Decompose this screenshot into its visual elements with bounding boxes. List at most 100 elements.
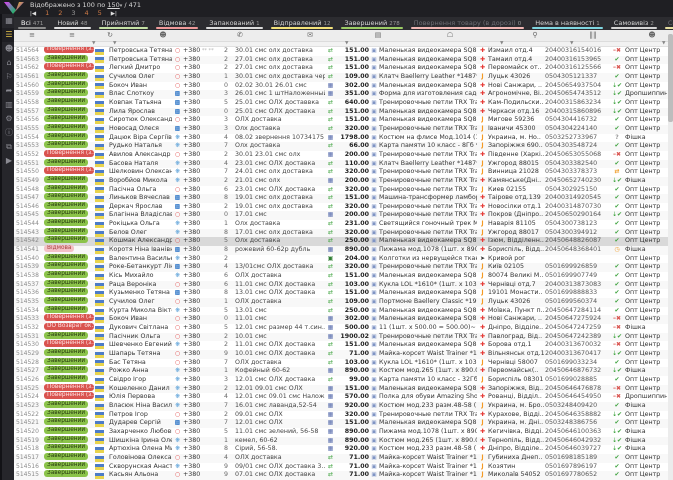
tab-4[interactable]: Відмова 42 xyxy=(152,17,202,30)
tab-11[interactable]: Сервісні0 xyxy=(661,17,673,30)
tracking-number[interactable]: 0504302925150 xyxy=(545,186,609,195)
table-row[interactable]: 514536 Завершений Кузьменко Тетяна ▩ +380 8 13… xyxy=(14,288,673,299)
tracking-number[interactable]: 0503252733967 xyxy=(545,134,609,143)
tracking-number[interactable]: 20450647275924 xyxy=(545,315,609,324)
table-row[interactable]: 514551 Завершений Басова Наталя ❋ +380 4 23.01… xyxy=(14,158,673,169)
tracking-number[interactable]: 0501699028885 xyxy=(545,376,609,385)
tracking-number[interactable]: 20400316153965 xyxy=(545,56,609,65)
table-row[interactable]: 514555 Завершений Новосад Олеся ▩ +380 3 Олх д… xyxy=(14,123,673,134)
table-row[interactable]: 514548 Завершений Пасічна Ольга ○ +380 6 23.01… xyxy=(14,184,673,195)
table-row[interactable]: 514518 Завершений Артюхіна Олена Ми.. ❋ +380… xyxy=(14,444,673,454)
table-row[interactable]: 514535 Завершений Сучилов Олег ○ +380 1 ОЛХ до… xyxy=(14,297,673,307)
column-filter-caret-icon[interactable]: ▼ xyxy=(113,41,116,46)
tracking-number[interactable]: 0501697896197 xyxy=(545,463,609,472)
tracking-number[interactable]: 0504304224140 xyxy=(545,125,609,134)
page-button-1[interactable]: 1 xyxy=(45,9,49,17)
products-column-icon[interactable]: ☖ xyxy=(444,31,456,39)
tab-5[interactable]: Запакований 1 xyxy=(202,17,266,30)
tracking-number[interactable]: 0501698185189 xyxy=(545,454,609,463)
tracking-number[interactable]: 20450650290164 xyxy=(545,211,609,220)
tracking-number[interactable]: 0501699560374 xyxy=(545,298,609,307)
tracking-number[interactable]: 20400313873083 xyxy=(545,281,609,290)
table-row[interactable]: 514532 DO Возврат ок.. Дукович Світлана ○ +3… xyxy=(14,323,673,333)
table-row[interactable]: 514530 Повернення (з.. Шевченко Евгений ❋ +3… xyxy=(14,340,673,350)
tracking-number[interactable]: 20400314870730 xyxy=(545,203,609,212)
column-filter-caret-icon[interactable]: ▼ xyxy=(662,41,665,46)
table-row[interactable]: 514527 Завершений Рожко Анна ❋ +380 1 Кофейный… xyxy=(14,366,673,376)
tracking-number[interactable]: 20400316125566 xyxy=(545,64,609,73)
phone-column-icon[interactable]: ✆ xyxy=(234,31,246,39)
tab-9[interactable]: Нема в наявності 1 xyxy=(528,17,607,30)
table-row[interactable]: 514519 Завершений Шишкіна Ірина Олек..❋+38… xyxy=(14,435,673,446)
table-row[interactable]: 514543 Завершений Белов Олег ❋ +380 8 17.01 см… xyxy=(14,227,673,238)
page-button-5[interactable]: 5 xyxy=(98,9,102,17)
tracking-number[interactable]: 20450648368401 xyxy=(545,246,609,255)
tracking-number[interactable]: 0503248386756 xyxy=(545,419,609,428)
table-row[interactable]: 514517 Завершений Головінова Олексан..○+38… xyxy=(14,452,673,463)
tab-8[interactable]: Повернення товару (в дорозі) 0 xyxy=(407,17,528,30)
tracking-number[interactable]: 20450654743512 xyxy=(545,90,609,99)
table-row[interactable]: 514544 Завершений Рокіцька Ольга ❋ +380 1 Олх … xyxy=(14,219,673,229)
table-row[interactable]: 514546 Завершений Деркач Ярослав ▩ +380 2 19.0… xyxy=(14,201,673,212)
tracking-number[interactable]: 20400314920545 xyxy=(545,194,609,203)
tracking-number[interactable]: 20450646042932 xyxy=(545,437,609,446)
tab-10[interactable]: Самовивіз 2 xyxy=(607,17,661,30)
tracking-number[interactable]: 0504300738123 xyxy=(545,220,609,229)
table-row[interactable]: 514533 Повернення (з.. Бокоч Иван ○ +380 0 11.… xyxy=(14,314,673,324)
page-button-4[interactable]: 4 xyxy=(85,9,89,17)
tracking-number[interactable]: 20400315863234 xyxy=(545,99,609,108)
tracking-number[interactable]: 20400313670417 xyxy=(545,350,609,359)
tracking-number[interactable]: 0501697780652 xyxy=(545,471,609,480)
tracking-number[interactable]: 20450653055068 xyxy=(545,151,609,160)
tracking-number[interactable]: 20450647247259 xyxy=(545,324,609,333)
tracking-number[interactable]: 20450652740230 xyxy=(545,177,609,186)
table-row[interactable]: 514550 Повернення (з.. Шелковин Олексан.. ❋… xyxy=(14,167,673,177)
table-row[interactable]: 514541 Відмова Коротя Ніна Іванівна ▩ +380 8 р… xyxy=(14,245,673,255)
table-row[interactable]: 514516 Завершений Скворунская Анаст.. ❋ +380… xyxy=(14,461,673,472)
client-column-icon[interactable]: ☻ xyxy=(157,31,169,39)
tracking-number[interactable]: 0501699926859 xyxy=(545,263,609,272)
table-row[interactable]: 514522 Завершений Петров Ігор ○ +380 2 09.01 с… xyxy=(14,409,673,420)
tracking-number[interactable]: 0501699033234 xyxy=(545,359,609,368)
tracking-number[interactable]: 0501699888833 xyxy=(545,289,609,298)
table-row[interactable]: 514554 Завершений Дацюк Віра Сергіївна❋+38… xyxy=(14,132,673,143)
app-logo-icon[interactable] xyxy=(3,0,25,14)
tracking-number[interactable]: 0503248409420 xyxy=(545,402,609,411)
table-row[interactable]: 514515 Завершений Касьян Альона ○ +380 9 07.01… xyxy=(14,470,673,480)
tracking-column-icon[interactable]: ‖‖ xyxy=(587,31,599,39)
per-page-dropdown[interactable]: 150 xyxy=(107,1,119,9)
table-row[interactable]: 514549 Завершений Воробйов Микола ❋ +380 2 21.… xyxy=(14,175,673,186)
vertical-scrollbar[interactable] xyxy=(668,30,673,480)
tracking-number[interactable]: 0504303548724 xyxy=(545,142,609,151)
table-row[interactable]: 514552 Повернення (з.. Авилов Александр ○ +3… xyxy=(14,149,673,160)
column-filter-caret-icon[interactable]: ▼ xyxy=(345,41,348,46)
tracking-number[interactable]: 20450646100363 xyxy=(545,428,609,437)
tracking-number[interactable]: 20450648826087 xyxy=(545,237,609,246)
tracking-number[interactable]: 20450646454950 xyxy=(545,393,609,402)
tab-3[interactable]: Прийнятий 7 xyxy=(95,17,152,30)
tracking-number[interactable]: 0504303378373 xyxy=(545,168,609,177)
table-row[interactable]: 514542 Завершений Кошмак Александр ○ +380 5 Ол… xyxy=(14,236,673,247)
tracking-number[interactable]: 0501699907749 xyxy=(545,272,609,281)
table-row[interactable]: 514525 Повернення (з.. Кошеленко Данил ❋ +38… xyxy=(14,383,673,394)
column-filter-caret-icon[interactable]: ▼ xyxy=(92,41,95,46)
tracking-number[interactable]: 20450646476878 xyxy=(545,385,609,394)
table-row[interactable]: 514528 Завершений Бас Тетяна ○ +380 7 ОЛХ дост… xyxy=(14,357,673,368)
tab-1[interactable]: Всі 471 xyxy=(14,17,50,30)
column-filter-caret-icon[interactable]: ▼ xyxy=(500,41,503,46)
page-button-2[interactable]: 2 xyxy=(58,9,62,17)
status-column-icon[interactable]: ≡ xyxy=(66,31,78,39)
table-row[interactable]: 514523 Завершений Власюк Ніна Василі.. ❋ +38… xyxy=(14,400,673,411)
table-row[interactable]: 514558 Завершений Ковпак Татьяна ▩ +380 5 25.0… xyxy=(14,97,673,108)
table-row[interactable]: 514539 Завершений Роке-Бетанкурт Лін.. ▩ +38… xyxy=(14,262,673,273)
scrollbar-thumb[interactable] xyxy=(668,34,673,122)
tracking-number[interactable]: 20400313670032 xyxy=(545,341,609,350)
table-row[interactable]: 514557 Завершений Лила Ярослав ▩ +380 0 25.01 … xyxy=(14,106,673,117)
column-filter-caret-icon[interactable]: ▼ xyxy=(570,41,573,46)
tracking-number[interactable]: 20450646358882 xyxy=(545,411,609,420)
table-row[interactable]: 514563 Завершений Петровська Тетяна ○ +380 2 2… xyxy=(14,54,673,65)
table-row[interactable]: 514537 Завершений Раца Вероніка ○ +380 6 11.01… xyxy=(14,279,673,290)
table-row[interactable]: 514531 Завершений Пасічник Ольга ○ +380 2 10.0… xyxy=(14,331,673,342)
table-row[interactable]: 514564 Повернення (з.. Петровська Тетяна ○ +… xyxy=(14,47,673,56)
tracking-number[interactable]: 0504304416732 xyxy=(545,116,609,125)
